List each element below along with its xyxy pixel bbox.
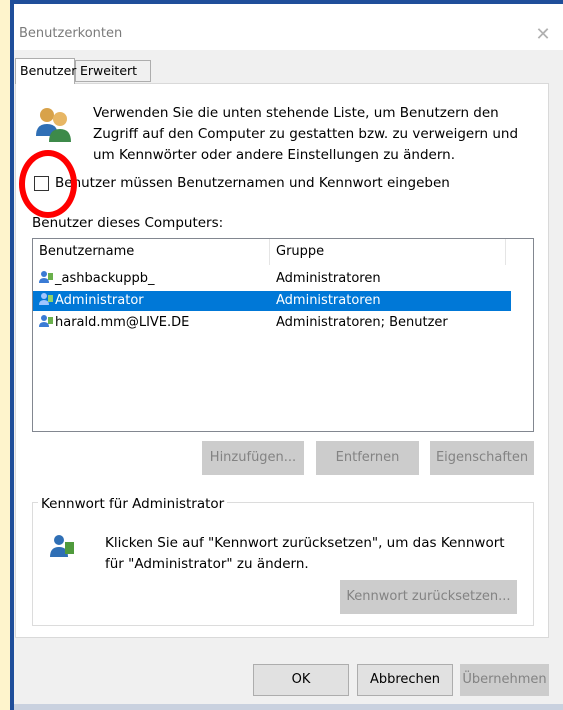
column-header-filler [506, 239, 533, 265]
intro-text: Verwenden Sie die unten stehende Liste, … [93, 105, 519, 163]
user-icon [39, 293, 53, 305]
title-bar[interactable]: Benutzerkonten ✕ [14, 4, 563, 50]
remove-user-button[interactable]: Entfernen [316, 441, 419, 475]
properties-button[interactable]: Eigenschaften [430, 441, 534, 475]
username-text: _ashbackuppb_ [55, 271, 155, 286]
table-row[interactable]: _ashbackuppb_ Administratoren [33, 269, 511, 289]
taskbar-strip [14, 704, 563, 710]
users-list[interactable]: Benutzername Gruppe _ashbackuppb_ Admini… [32, 238, 534, 432]
cancel-button[interactable]: Abbrechen [357, 664, 453, 696]
users-list-label: Benutzer dieses Computers: [32, 215, 224, 231]
username-text: harald.mm@LIVE.DE [55, 315, 190, 330]
close-icon[interactable]: ✕ [523, 18, 563, 50]
table-row[interactable]: harald.mm@LIVE.DE Administratoren; Benut… [33, 313, 511, 333]
cell-username: harald.mm@LIVE.DE [39, 313, 269, 333]
window-title: Benutzerkonten [19, 26, 123, 41]
column-header-username[interactable]: Benutzername [33, 239, 270, 265]
reset-password-button[interactable]: Kennwort zurücksetzen... [340, 580, 517, 614]
password-instructions: Klicken Sie auf "Kennwort zurücksetzen",… [105, 535, 505, 572]
username-text: Administrator [55, 293, 144, 308]
users-group-icon [36, 108, 71, 142]
tab-advanced[interactable]: Erweitert [75, 60, 151, 82]
user-icon [39, 315, 53, 327]
user-icon [39, 271, 53, 283]
table-row-selected[interactable]: Administrator Administratoren [33, 291, 511, 311]
add-user-button[interactable]: Hinzufügen... [202, 441, 304, 475]
apply-button[interactable]: Übernehmen [460, 664, 549, 696]
cell-username: _ashbackuppb_ [39, 269, 269, 289]
column-header-group[interactable]: Gruppe [270, 239, 506, 265]
cell-group: Administratoren [276, 271, 381, 286]
cell-username: Administrator [39, 291, 269, 311]
cell-group: Administratoren [276, 293, 381, 308]
user-key-icon [50, 535, 74, 557]
tab-users[interactable]: Benutzer [15, 58, 76, 84]
cell-group: Administratoren; Benutzer [276, 315, 448, 330]
require-login-label[interactable]: Benutzer müssen Benutzernamen und Kennwo… [55, 175, 450, 191]
ok-button[interactable]: OK [253, 664, 349, 696]
password-groupbox-title: Kennwort für Administrator [38, 496, 228, 512]
require-login-checkbox[interactable] [34, 176, 49, 191]
